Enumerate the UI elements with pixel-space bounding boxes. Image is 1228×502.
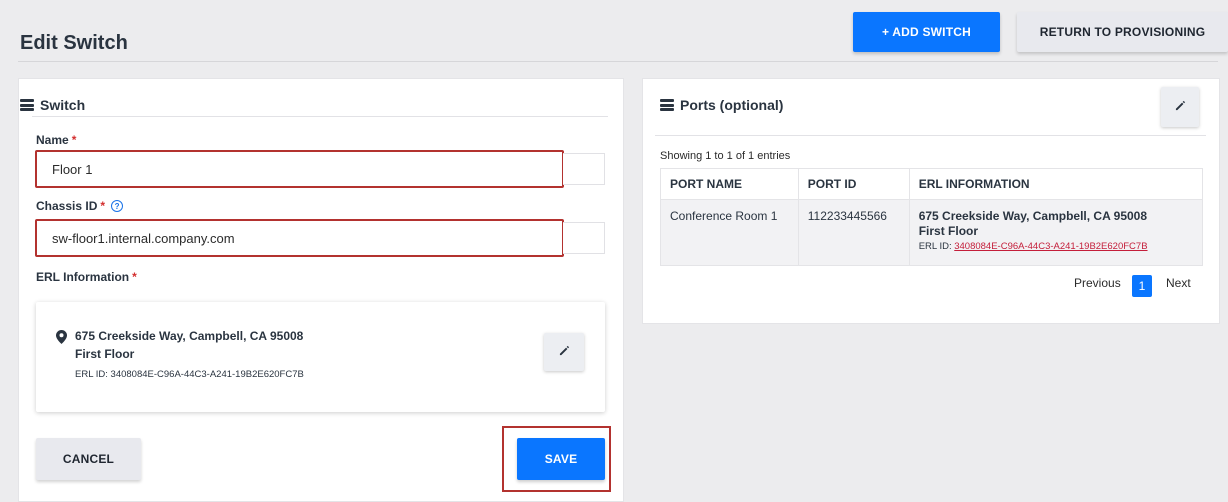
switch-section-divider <box>32 116 608 117</box>
column-header-port-id[interactable]: PORT ID <box>797 168 910 200</box>
page-title: Edit Switch <box>20 32 128 54</box>
ports-edit-button[interactable] <box>1161 87 1199 127</box>
pagination-previous[interactable]: Previous <box>1074 276 1121 290</box>
erl-information-cell: 675 Creekside Way, Campbell, CA 95008 Fi… <box>908 199 1204 266</box>
port-name-cell: Conference Room 1 <box>660 199 799 266</box>
ports-section-divider <box>655 135 1206 136</box>
switch-section-header: Switch <box>20 97 85 113</box>
table-row[interactable]: Conference Room 1 112233445566 675 Creek… <box>660 199 1204 266</box>
required-marker: * <box>100 199 106 213</box>
cancel-button[interactable]: CANCEL <box>36 438 141 480</box>
required-marker: * <box>132 270 137 284</box>
name-field-label: Name * <box>36 133 76 147</box>
pencil-icon <box>1175 98 1186 116</box>
erl-floor: First Floor <box>75 347 135 361</box>
chassis-label-text: Chassis ID <box>36 199 98 213</box>
erl-cell-floor: First Floor <box>918 224 979 238</box>
entries-summary: Showing 1 to 1 of 1 entries <box>660 150 791 162</box>
erl-id: ERL ID: 3408084E-C96A-44C3-A241-19B2E620… <box>75 369 304 380</box>
switch-section-title: Switch <box>40 97 86 113</box>
table-header-row: PORT NAME PORT ID ERL INFORMATION <box>660 168 1204 200</box>
pagination-next[interactable]: Next <box>1166 276 1191 290</box>
name-input[interactable]: Floor 1 <box>35 150 564 188</box>
required-marker: * <box>71 133 77 147</box>
erl-cell-address: 675 Creekside Way, Campbell, CA 95008 <box>918 209 1148 223</box>
ports-section-header: Ports (optional) <box>660 97 783 113</box>
erl-edit-button[interactable] <box>544 333 584 371</box>
chassis-input-extension <box>563 222 605 254</box>
erl-cell-id-line: ERL ID: 3408084E-C96A-44C3-A241-19B2E620… <box>919 241 1202 252</box>
column-header-port-name[interactable]: PORT NAME <box>660 168 799 200</box>
map-pin-icon <box>56 330 67 349</box>
erl-address: 675 Creekside Way, Campbell, CA 95008 <box>75 329 304 343</box>
erl-id-link[interactable]: 3408084E-C96A-44C3-A241-19B2E620FC7B <box>954 241 1147 252</box>
save-button[interactable]: SAVE <box>517 438 605 480</box>
name-label-text: Name <box>36 133 69 147</box>
pagination-page-1[interactable]: 1 <box>1132 275 1152 297</box>
chassis-id-field-label: Chassis ID * ? <box>36 199 124 213</box>
header-divider <box>18 61 1218 62</box>
chassis-id-input[interactable]: sw-floor1.internal.company.com <box>35 219 564 257</box>
pencil-icon <box>559 343 570 361</box>
column-header-erl-information[interactable]: ERL INFORMATION <box>908 168 1204 200</box>
ports-table: PORT NAME PORT ID ERL INFORMATION Confer… <box>660 168 1204 266</box>
erl-id-prefix: ERL ID: <box>918 241 955 252</box>
erl-information-label: ERL Information * <box>36 270 137 284</box>
list-icon <box>20 99 34 111</box>
ports-section-title: Ports (optional) <box>680 97 784 113</box>
help-icon[interactable]: ? <box>111 200 124 212</box>
return-to-provisioning-button[interactable]: RETURN TO PROVISIONING <box>1017 12 1228 52</box>
port-id-cell: 112233445566 <box>797 199 910 266</box>
list-icon <box>660 99 674 111</box>
name-input-extension <box>563 153 605 185</box>
add-switch-button[interactable]: + ADD SWITCH <box>853 12 1000 52</box>
erl-label-text: ERL Information <box>36 270 130 284</box>
